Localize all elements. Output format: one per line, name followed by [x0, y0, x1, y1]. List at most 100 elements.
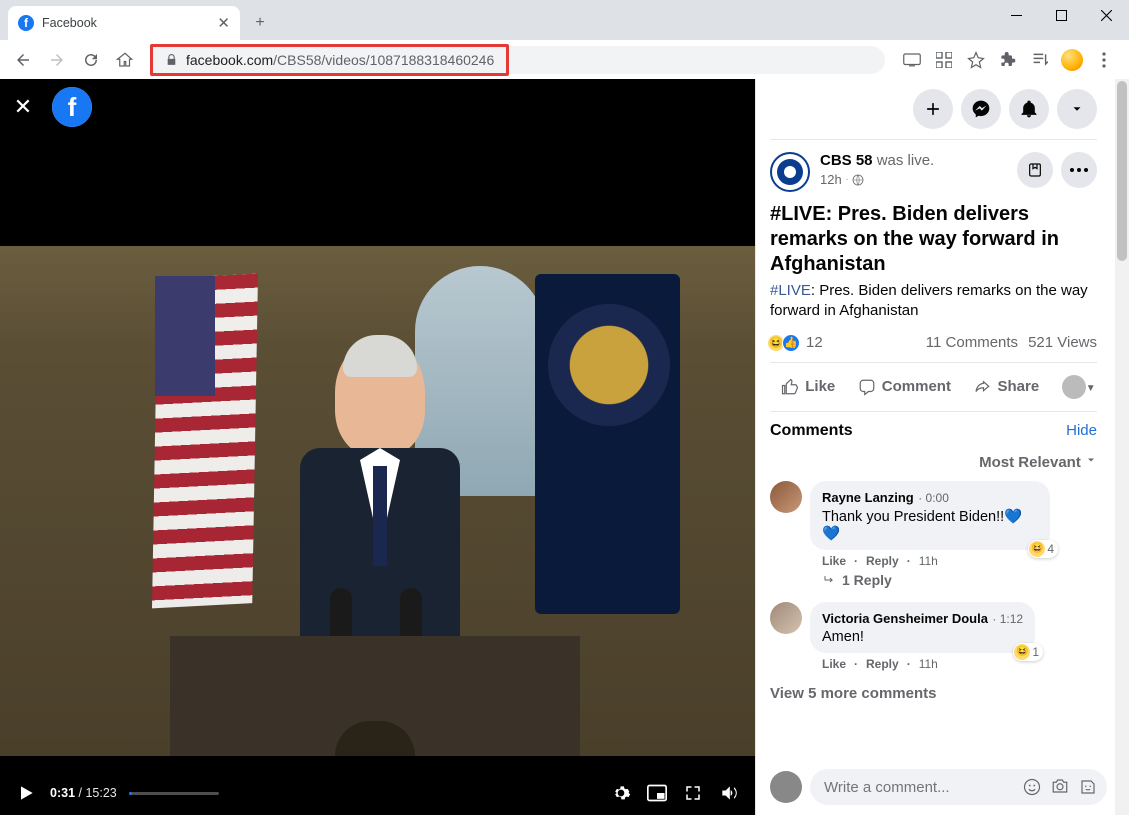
share-avatar-icon: ▼ [1062, 375, 1086, 399]
video-frame[interactable] [0, 246, 755, 756]
video-time: 0:31 / 15:23 [50, 786, 117, 800]
nav-forward-button[interactable] [42, 45, 72, 75]
comment-time[interactable]: 11h [919, 554, 938, 568]
notifications-button[interactable] [1009, 89, 1049, 129]
new-tab-button[interactable]: + [246, 9, 274, 37]
reactions-row: 😆 👍 12 11 Comments 521 Views [770, 322, 1097, 363]
browser-tab[interactable]: f Facebook ✕ [8, 6, 240, 40]
page-avatar[interactable] [770, 152, 810, 192]
comment-button[interactable]: Comment [848, 372, 961, 402]
post-description: #LIVE: Pres. Biden delivers remarks on t… [770, 281, 1097, 322]
comment-reply-button[interactable]: Reply [866, 554, 899, 568]
nav-back-button[interactable] [8, 45, 38, 75]
comment-avatar[interactable] [770, 602, 802, 634]
share-button[interactable]: Share [963, 372, 1049, 402]
address-bar[interactable]: facebook.com/CBS58/videos/10871883184602… [150, 44, 509, 76]
share-as-button[interactable]: ▼ [1052, 369, 1096, 405]
view-replies-button[interactable]: 1 Reply [822, 572, 1097, 588]
tab-title: Facebook [42, 16, 209, 30]
browser-chrome: f Facebook ✕ + facebook.com/CBS58/videos… [0, 0, 1129, 79]
progress-bar[interactable] [129, 792, 219, 795]
header-actions [770, 79, 1097, 140]
pip-icon[interactable] [645, 781, 669, 805]
comment-video-ts[interactable]: · 0:00 [918, 491, 949, 505]
url-host: facebook.com [186, 52, 273, 68]
url-path: /CBS58/videos/1087188318460246 [273, 52, 494, 68]
comment-input-wrap[interactable] [810, 769, 1107, 805]
tab-close-icon[interactable]: ✕ [217, 14, 230, 32]
post-timestamp[interactable]: 12h· [820, 172, 1007, 187]
like-button[interactable]: Like [771, 372, 845, 402]
reaction-count[interactable]: 😆 👍 12 [770, 334, 823, 352]
action-bar: Like Comment Share ▼ [770, 363, 1097, 412]
comment-text: Thank you President Biden!!💙💙 [822, 508, 1038, 542]
tab-strip: f Facebook ✕ + [0, 0, 1129, 40]
comment-like-button[interactable]: Like [822, 657, 846, 671]
close-video-button[interactable]: ✕ [8, 92, 38, 122]
comments-heading: Comments [770, 422, 853, 440]
comment-reaction-badge[interactable]: 😆4 [1028, 540, 1058, 558]
window-maximize[interactable] [1039, 0, 1084, 30]
fullscreen-icon[interactable] [681, 781, 705, 805]
window-controls [994, 0, 1129, 30]
page-name[interactable]: CBS 58 [820, 152, 873, 169]
video-controls: 0:31 / 15:23 [0, 771, 755, 815]
reaction-icons: 😆 👍 [770, 334, 800, 352]
screencast-icon[interactable] [901, 49, 923, 71]
facebook-logo[interactable]: f [52, 87, 92, 127]
extensions-icon[interactable] [997, 49, 1019, 71]
window-close[interactable] [1084, 0, 1129, 30]
comment-item: Victoria Gensheimer Doula · 1:12 Amen! 😆… [770, 602, 1097, 671]
messenger-button[interactable] [961, 89, 1001, 129]
address-bar-wrap: facebook.com/CBS58/videos/10871883184602… [150, 44, 885, 76]
save-button[interactable] [1017, 152, 1053, 188]
nav-reload-button[interactable] [76, 45, 106, 75]
video-panel: ✕ f 0:31 / 15:23 [0, 79, 755, 815]
settings-gear-icon[interactable] [609, 781, 633, 805]
comment-reaction-badge[interactable]: 😆1 [1013, 643, 1043, 661]
camera-icon[interactable] [1051, 778, 1069, 796]
nav-home-button[interactable] [110, 45, 140, 75]
volume-icon[interactable] [717, 781, 741, 805]
profile-extension-icon[interactable] [1061, 49, 1083, 71]
comment-composer [770, 769, 1101, 805]
window-minimize[interactable] [994, 0, 1039, 30]
play-button[interactable] [14, 781, 38, 805]
scrollbar[interactable] [1115, 79, 1129, 815]
comment-time[interactable]: 11h [919, 657, 938, 671]
comment-count[interactable]: 11 Comments [926, 334, 1018, 351]
view-count: 521 Views [1028, 334, 1097, 351]
post-header: CBS 58 was live. 12h· [770, 140, 1097, 202]
lock-icon [165, 53, 178, 67]
emoji-picker-icon[interactable] [1023, 778, 1041, 796]
comment-video-ts[interactable]: · 1:12 [992, 612, 1023, 626]
reading-list-icon[interactable] [1029, 49, 1051, 71]
comment-sort-button[interactable]: Most Relevant [770, 450, 1097, 481]
post-menu-button[interactable] [1061, 152, 1097, 188]
view-more-comments[interactable]: View 5 more comments [770, 679, 1097, 708]
comment-avatar[interactable] [770, 481, 802, 513]
comment-item: Rayne Lanzing · 0:00 Thank you President… [770, 481, 1097, 588]
hide-comments-link[interactable]: Hide [1066, 422, 1097, 439]
comment-text: Amen! [822, 629, 1023, 645]
bookmark-star-icon[interactable] [965, 49, 987, 71]
toolbar-icons [895, 49, 1121, 71]
comment-author[interactable]: Victoria Gensheimer Doula [822, 611, 988, 626]
like-icon: 👍 [782, 334, 800, 352]
browser-menu-icon[interactable] [1093, 49, 1115, 71]
create-button[interactable] [913, 89, 953, 129]
page-content: ✕ f 0:31 / 15:23 [0, 79, 1129, 815]
comment-reply-button[interactable]: Reply [866, 657, 899, 671]
grid-icon[interactable] [933, 49, 955, 71]
account-menu-button[interactable] [1057, 89, 1097, 129]
comment-input[interactable] [824, 779, 1023, 796]
comment-author[interactable]: Rayne Lanzing [822, 490, 914, 505]
comment-like-button[interactable]: Like [822, 554, 846, 568]
sticker-icon[interactable] [1079, 778, 1097, 796]
info-panel: CBS 58 was live. 12h· #LIVE: Pres. Biden… [755, 79, 1129, 815]
address-bar-rest[interactable] [509, 46, 885, 74]
composer-avatar[interactable] [770, 771, 802, 803]
comment-bubble: Victoria Gensheimer Doula · 1:12 Amen! 😆… [810, 602, 1035, 653]
globe-icon [852, 174, 864, 186]
comment-bubble: Rayne Lanzing · 0:00 Thank you President… [810, 481, 1050, 550]
